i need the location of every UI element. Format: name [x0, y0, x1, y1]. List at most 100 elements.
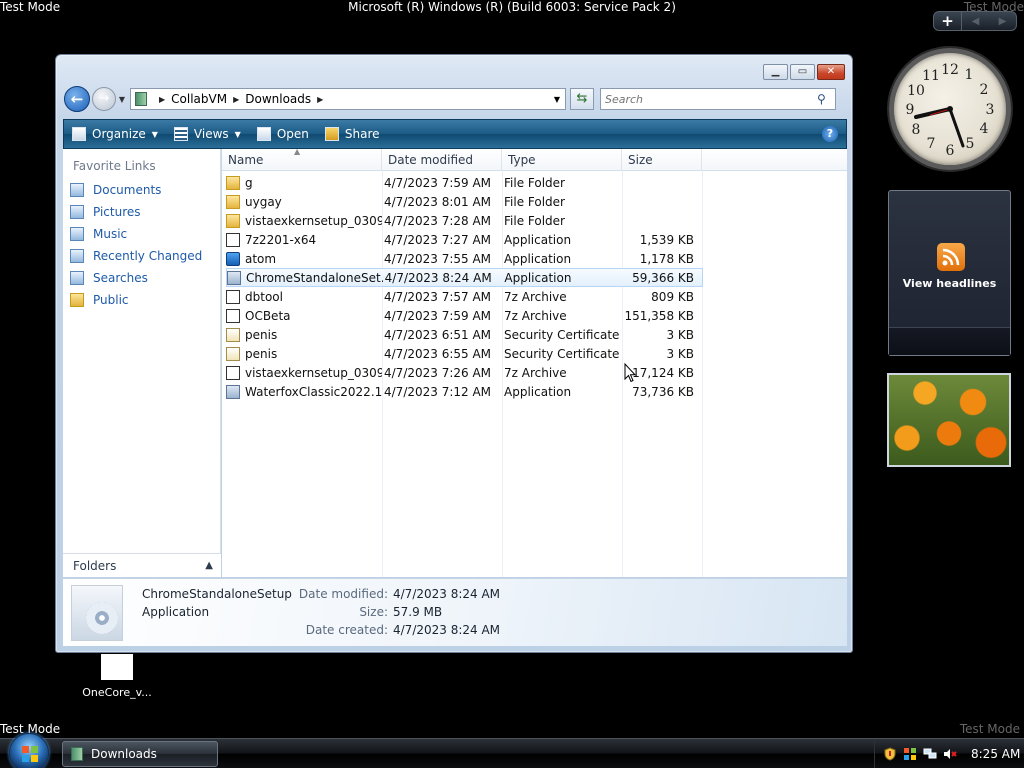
chevron-right-icon[interactable]: ▶ — [159, 95, 165, 104]
windows-update-icon[interactable] — [903, 747, 917, 761]
nav-link-pictures[interactable]: Pictures — [63, 201, 220, 223]
public-folder-icon — [70, 293, 84, 307]
navigation-row: ← → ▼ ▶ CollabVM ▶ Downloads ▶ ▼ ⇆ ⚲ — [64, 86, 846, 112]
folder-icon — [71, 747, 83, 761]
clock-face-icon: 12 1 2 3 4 5 6 7 8 9 10 11 — [906, 62, 995, 159]
details-modified-value: 4/7/2023 8:24 AM — [393, 587, 501, 601]
chevron-right-icon[interactable]: ▶ — [233, 95, 239, 104]
volume-muted-icon[interactable] — [943, 747, 957, 761]
details-created-value: 4/7/2023 8:24 AM — [393, 623, 501, 637]
file-list: ▲ Name Date modified Type Size g 4/7/202… — [222, 149, 847, 577]
7z-archive-icon — [226, 308, 240, 323]
taskbar-button-downloads[interactable]: Downloads — [62, 741, 218, 767]
search-box[interactable]: ⚲ — [600, 88, 836, 110]
documents-icon — [70, 183, 84, 197]
organize-icon — [72, 127, 86, 141]
help-icon[interactable]: ? — [822, 126, 838, 142]
views-button[interactable]: Views ▼ — [166, 120, 249, 148]
desktop-icon-label: OneCore_v... — [82, 686, 152, 699]
details-created-label: Date created: — [305, 623, 388, 637]
address-dropdown-icon[interactable]: ▼ — [549, 95, 565, 104]
file-row-selected[interactable]: ChromeStandaloneSet... 4/7/2023 8:24 AM … — [226, 268, 703, 287]
svg-text:7: 7 — [927, 136, 936, 152]
clock-gadget[interactable]: 12 1 2 3 4 5 6 7 8 9 10 11 — [889, 48, 1011, 170]
recently-changed-icon — [70, 249, 84, 263]
refresh-button[interactable]: ⇆ — [570, 88, 594, 110]
breadcrumb-downloads[interactable]: Downloads — [245, 92, 311, 106]
next-icon[interactable]: ▶ — [999, 16, 1007, 27]
address-bar[interactable]: ▶ CollabVM ▶ Downloads ▶ ▼ — [130, 88, 566, 110]
open-icon — [256, 127, 271, 141]
nav-link-music[interactable]: Music — [63, 223, 220, 245]
back-button[interactable]: ← — [64, 86, 90, 112]
column-type[interactable]: Type — [502, 149, 622, 171]
column-name[interactable]: ▲ Name — [222, 149, 382, 171]
sort-ascending-icon: ▲ — [294, 149, 301, 156]
maximize-button[interactable]: ▭ — [790, 64, 815, 80]
views-icon — [173, 127, 188, 141]
file-row[interactable]: 7z2201-x64 4/7/2023 7:27 AM Application … — [226, 230, 703, 249]
7z-archive-icon — [226, 365, 240, 380]
search-input[interactable] — [605, 92, 805, 106]
add-gadget-button[interactable]: + — [934, 12, 962, 30]
recent-pages-dropdown[interactable]: ▼ — [116, 95, 128, 104]
details-modified-label: Date modified: — [298, 587, 388, 601]
notification-area: 8:25 AM — [874, 739, 1024, 768]
installer-app-icon — [71, 585, 123, 641]
breadcrumb-collabvm[interactable]: CollabVM — [171, 92, 227, 106]
explorer-window[interactable]: ▁ ▭ ✕ ← → ▼ ▶ CollabVM ▶ Downloads ▶ ▼ ⇆… — [55, 54, 853, 653]
search-icon[interactable]: ⚲ — [817, 92, 835, 106]
clock-time[interactable]: 8:25 AM — [971, 747, 1020, 761]
folders-toggle[interactable]: Folders ▲ — [63, 553, 221, 577]
file-row[interactable]: OCBeta 4/7/2023 7:59 AM 7z Archive 151,3… — [226, 306, 703, 325]
organize-button[interactable]: Organize ▼ — [64, 120, 166, 148]
installer-app-icon — [227, 270, 241, 285]
view-headlines-label[interactable]: View headlines — [889, 277, 1010, 290]
nav-link-recently-changed[interactable]: Recently Changed — [63, 245, 220, 267]
details-file-name: ChromeStandaloneSetup — [142, 587, 292, 601]
sidebar-controls: + ◀ ▶ — [933, 11, 1017, 31]
chevron-right-icon[interactable]: ▶ — [317, 95, 323, 104]
file-row[interactable]: g 4/7/2023 7:59 AM File Folder — [226, 173, 703, 192]
minimize-button[interactable]: ▁ — [763, 64, 788, 80]
forward-button[interactable]: → — [92, 87, 116, 111]
column-date-modified[interactable]: Date modified — [382, 149, 502, 171]
details-size-label: Size: — [359, 605, 388, 619]
file-row[interactable]: dbtool 4/7/2023 7:57 AM 7z Archive 809 K… — [226, 287, 703, 306]
desktop-icon-onecore[interactable]: OneCore_v... — [82, 654, 152, 699]
svg-text:2: 2 — [980, 82, 989, 98]
details-size-value: 57.9 MB — [393, 605, 443, 619]
folder-icon — [226, 194, 240, 209]
column-size[interactable]: Size — [622, 149, 702, 171]
file-row[interactable]: vistaexkernsetup_0309... 4/7/2023 7:28 A… — [226, 211, 703, 230]
column-header: ▲ Name Date modified Type Size — [222, 149, 847, 171]
certificate-icon — [226, 327, 240, 342]
open-button[interactable]: Open — [249, 120, 317, 148]
security-shield-icon[interactable] — [883, 747, 897, 761]
file-row[interactable]: uygay 4/7/2023 8:01 AM File Folder — [226, 192, 703, 211]
nav-link-documents[interactable]: Documents — [63, 179, 220, 201]
file-icon — [101, 654, 133, 680]
file-row[interactable]: atom 4/7/2023 7:55 AM Application 1,178 … — [226, 249, 703, 268]
feed-headlines-gadget[interactable]: View headlines — [888, 190, 1011, 356]
slideshow-gadget[interactable] — [887, 373, 1011, 467]
details-pane: ChromeStandaloneSetup Application Date m… — [63, 578, 847, 646]
favorite-links-header: Favorite Links — [73, 159, 156, 173]
taskbar: Downloads 8:25 AM — [0, 733, 1024, 768]
details-file-type: Application — [142, 605, 210, 619]
nav-link-public[interactable]: Public — [63, 289, 220, 311]
svg-text:1: 1 — [965, 67, 974, 83]
start-button[interactable] — [9, 733, 49, 768]
network-icon[interactable] — [923, 747, 937, 761]
window-controls: ▁ ▭ ✕ — [761, 64, 845, 80]
svg-text:8: 8 — [912, 122, 921, 138]
close-button[interactable]: ✕ — [817, 64, 845, 80]
svg-text:5: 5 — [966, 136, 975, 152]
nav-link-searches[interactable]: Searches — [63, 267, 220, 289]
share-button[interactable]: Share — [317, 120, 388, 148]
svg-text:10: 10 — [907, 83, 925, 99]
prev-icon[interactable]: ◀ — [972, 16, 980, 27]
file-row[interactable]: penis 4/7/2023 6:51 AM Security Certific… — [226, 325, 703, 344]
file-row[interactable]: WaterfoxClassic2022.11 4/7/2023 7:12 AM … — [226, 382, 703, 401]
file-row[interactable]: penis 4/7/2023 6:55 AM Security Certific… — [226, 344, 703, 363]
